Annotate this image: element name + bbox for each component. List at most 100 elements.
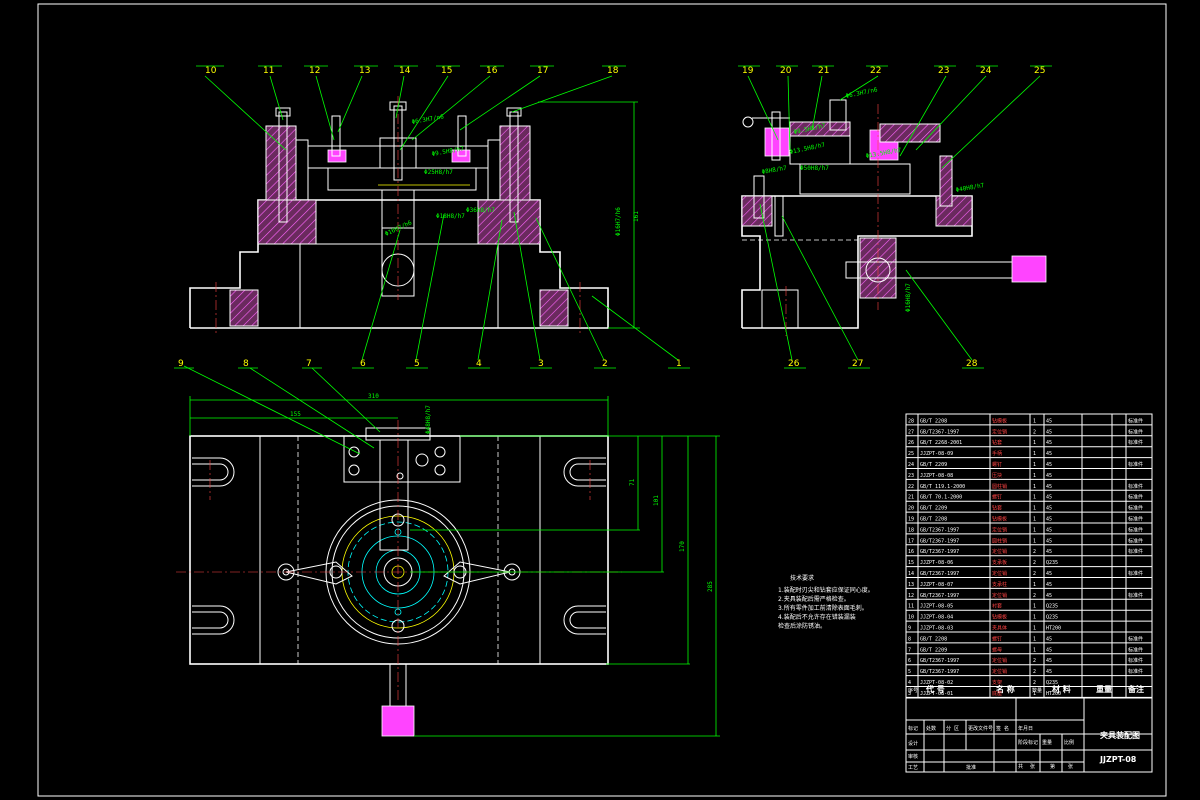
table-cell: 45 — [1046, 462, 1052, 468]
table-cell: 45 — [1046, 582, 1052, 588]
balloon: 5 — [414, 359, 420, 369]
title-cell: 张 — [1068, 763, 1073, 770]
table-cell: 标准件 — [1128, 570, 1143, 577]
table-cell: 钻模板 — [992, 417, 1007, 424]
svg-text:155: 155 — [290, 411, 301, 418]
table-cell: 标准件 — [1128, 668, 1143, 675]
balloon: 25 — [1034, 66, 1045, 76]
table-cell: 1 — [1033, 647, 1036, 653]
table-cell: 13 — [908, 582, 914, 588]
table-cell: 标准件 — [1128, 439, 1143, 446]
table-cell: 支承板 — [992, 559, 1007, 566]
drawing-number: JJZPT-08 — [1099, 755, 1137, 764]
table-cell: 定位销 — [992, 526, 1007, 533]
table-cell: GB/T2367-1997 — [920, 669, 959, 675]
svg-text:101: 101 — [653, 495, 660, 506]
table-cell: 标准件 — [1128, 428, 1143, 435]
table-cell: JJZPT-08-06 — [920, 560, 953, 566]
balloon: 26 — [788, 359, 800, 369]
table-cell: 1 — [1033, 418, 1036, 424]
title-cell: 设计 — [908, 740, 918, 747]
table-cell: 定位销 — [992, 668, 1007, 675]
table-cell: 2 — [1033, 658, 1036, 664]
balloon: 11 — [263, 66, 274, 76]
fit-label: Φ18H8/h7 — [436, 213, 465, 220]
table-cell: 2 — [1033, 549, 1036, 555]
svg-text:Φ8H8/h7: Φ8H8/h7 — [761, 165, 787, 176]
table-cell: GB/T 2208 — [920, 636, 947, 642]
balloon: 27 — [852, 359, 863, 369]
table-cell: 5 — [908, 669, 911, 675]
table-cell: GB/T 70.1-2000 — [920, 495, 962, 501]
table-cell: 标准件 — [1128, 417, 1143, 424]
title-cell: 共 — [1018, 763, 1023, 770]
table-cell: 45 — [1046, 495, 1052, 501]
table-cell: GB/T2367-1997 — [920, 571, 959, 577]
table-cell: 45 — [1046, 440, 1052, 446]
balloon: 6 — [360, 359, 366, 369]
balloon: 13 — [359, 66, 370, 76]
table-cell: 15 — [908, 560, 914, 566]
table-cell: Q235 — [1046, 680, 1058, 686]
balloon: 7 — [306, 359, 312, 369]
table-cell: 1 — [1033, 538, 1036, 544]
title-cell: 签 名 — [996, 725, 1009, 732]
balloon: 2 — [602, 359, 608, 369]
table-cell: 1 — [1033, 636, 1036, 642]
table-cell: GB/T 2208 — [920, 517, 947, 523]
table-cell: JJZPT-08-05 — [920, 604, 953, 610]
table-cell: 标准件 — [1128, 526, 1143, 533]
table-cell: 45 — [1046, 451, 1052, 457]
table-cell: 1 — [1033, 691, 1036, 697]
table-cell: 1 — [1033, 626, 1036, 632]
table-cell: 圆柱销 — [992, 537, 1007, 544]
tech-note-line: 2.夹具装配后需严格检查。 — [778, 595, 850, 603]
table-cell: 1 — [1033, 517, 1036, 523]
table-cell: HT200 — [1046, 626, 1061, 632]
table-cell: 标准件 — [1128, 505, 1143, 512]
table-cell: 1 — [1033, 615, 1036, 621]
svg-text:Φ16H8/h7: Φ16H8/h7 — [905, 283, 912, 312]
balloon: 12 — [309, 66, 320, 76]
table-cell: 圆柱销 — [992, 483, 1007, 490]
balloon: 14 — [399, 66, 411, 76]
svg-text:310: 310 — [368, 393, 379, 400]
table-cell: 2 — [1033, 571, 1036, 577]
table-cell: 21 — [908, 495, 914, 501]
table-cell: 45 — [1046, 517, 1052, 523]
table-cell: JJZPT-08-09 — [920, 451, 953, 457]
table-cell: 底座 — [992, 690, 1002, 697]
table-cell: 2 — [1033, 429, 1036, 435]
table-cell: Q235 — [1046, 615, 1058, 621]
table-cell: 衬套 — [992, 603, 1002, 610]
table-cell: 夹具体 — [992, 625, 1007, 632]
title-cell: 张 — [1030, 763, 1035, 770]
svg-text:Φ6.3H7/n6: Φ6.3H7/n6 — [411, 113, 445, 126]
table-cell: 钻套 — [992, 505, 1002, 512]
balloon: 23 — [938, 66, 949, 76]
table-cell: 钻模板 — [992, 614, 1007, 621]
table-cell: JJZPT-08-01 — [920, 691, 953, 697]
table-cell: 手柄 — [992, 450, 1002, 457]
table-cell: GB/T 2209 — [920, 462, 947, 468]
table-cell: 2 — [1033, 669, 1036, 675]
title-cell: 审核 — [908, 753, 918, 760]
table-cell: 标准件 — [1128, 592, 1143, 599]
parts-header-cell: 备注 — [1127, 684, 1144, 694]
table-cell: 1 — [1033, 495, 1036, 501]
table-cell: 19 — [908, 517, 914, 523]
svg-text:285: 285 — [707, 581, 714, 592]
title-cell: 分 区 — [946, 725, 959, 732]
svg-text:Φ6.3H7/n6: Φ6.3H7/n6 — [845, 86, 879, 100]
technical-requirements: 技术要求 1.装配时刃尖和钻套应保证同心度。 2.夹具装配后需严格检查。 3.所… — [778, 574, 874, 630]
tech-note-line: 检查后涂防锈油。 — [778, 622, 826, 630]
table-cell: GB/T2367-1997 — [920, 429, 959, 435]
balloon: 28 — [966, 359, 978, 369]
table-cell: 1 — [1033, 440, 1036, 446]
title-cell: 处数 — [926, 725, 936, 732]
table-cell: 压块 — [992, 472, 1002, 479]
svg-text:Φ13.5H8/h7: Φ13.5H8/h7 — [789, 142, 826, 156]
balloon: 20 — [780, 66, 792, 76]
table-cell: GB/T 119.1-2000 — [920, 484, 965, 490]
table-cell: 2 — [1033, 560, 1036, 566]
